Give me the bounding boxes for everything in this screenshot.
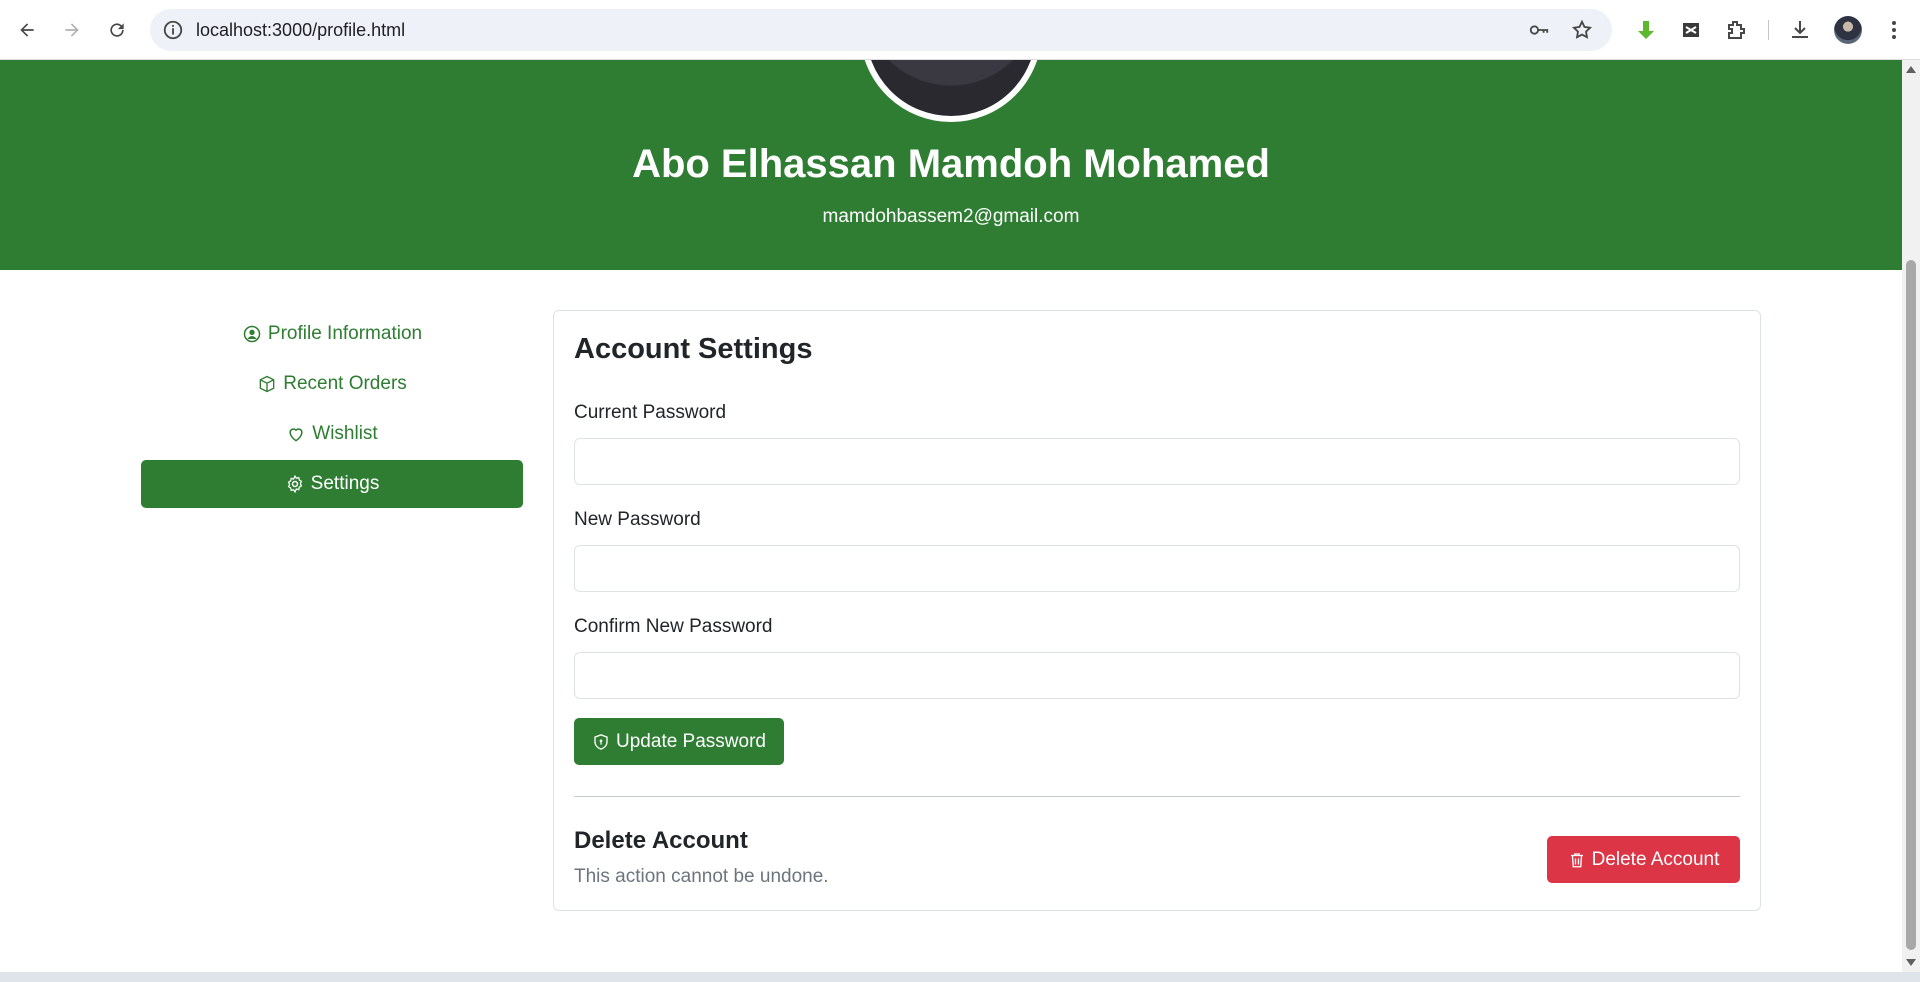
reload-icon bbox=[110, 23, 124, 37]
new-password-label: New Password bbox=[574, 509, 701, 530]
confirm-password-label: Confirm New Password bbox=[574, 616, 773, 637]
gear-icon bbox=[287, 474, 302, 494]
delete-account-label: Delete Account bbox=[1591, 848, 1720, 870]
shield-lock-icon bbox=[594, 733, 608, 750]
card-title: Account Settings bbox=[574, 333, 813, 365]
profile-avatar bbox=[860, 60, 1042, 122]
sidebar-item-profile-information[interactable]: Profile Information bbox=[141, 310, 523, 358]
sidebar-item-label: Settings bbox=[310, 473, 380, 494]
arrow-right-icon bbox=[65, 23, 79, 37]
heart-icon bbox=[289, 428, 303, 442]
box-icon bbox=[259, 375, 275, 393]
forward-button[interactable] bbox=[55, 13, 89, 47]
sidebar-item-wishlist[interactable]: Wishlist bbox=[141, 410, 523, 458]
sidebar-item-label: Recent Orders bbox=[283, 373, 407, 394]
back-button[interactable] bbox=[10, 13, 44, 47]
reload-button[interactable] bbox=[100, 13, 134, 47]
address-bar[interactable]: localhost:3000/profile.html bbox=[150, 9, 1612, 51]
menu-kebab-icon[interactable] bbox=[1880, 16, 1908, 44]
scroll-down-arrow[interactable] bbox=[1906, 959, 1916, 966]
new-password-input[interactable] bbox=[574, 545, 1740, 592]
profile-name: Abo Elhassan Mamdoh Mohamed bbox=[632, 142, 1270, 186]
current-password-input[interactable] bbox=[574, 438, 1740, 485]
arrow-left-icon bbox=[20, 23, 34, 37]
profile-email: mamdohbassem2@gmail.com bbox=[822, 206, 1080, 227]
sidebar-item-recent-orders[interactable]: Recent Orders bbox=[141, 360, 523, 408]
downloads-icon[interactable] bbox=[1786, 16, 1814, 44]
extension-download-icon[interactable] bbox=[1632, 16, 1660, 44]
account-settings-card: Account Settings Current Password New Pa… bbox=[553, 310, 1761, 911]
browser-toolbar: localhost:3000/profile.html bbox=[0, 0, 1920, 60]
scroll-up-arrow[interactable] bbox=[1906, 66, 1916, 73]
delete-account-warning: This action cannot be undone. bbox=[574, 866, 829, 887]
profile-header: Abo Elhassan Mamdoh Mohamed mamdohbassem… bbox=[0, 60, 1902, 270]
trash-icon bbox=[1570, 852, 1583, 867]
extensions-icon[interactable] bbox=[1722, 16, 1750, 44]
confirm-password-input[interactable] bbox=[574, 652, 1740, 699]
delete-account-title: Delete Account bbox=[574, 827, 748, 854]
star-icon[interactable] bbox=[1571, 19, 1593, 41]
section-divider bbox=[574, 796, 1740, 797]
sidebar-item-label: Profile Information bbox=[267, 323, 423, 344]
sidebar-item-label: Wishlist bbox=[312, 423, 378, 444]
window-bottom-edge bbox=[0, 972, 1920, 982]
extension-puzzle-dark-icon[interactable] bbox=[1677, 16, 1705, 44]
current-password-label: Current Password bbox=[574, 402, 727, 423]
scroll-thumb[interactable] bbox=[1906, 260, 1916, 950]
sidebar-item-settings[interactable]: Settings bbox=[141, 460, 523, 508]
toolbar-separator bbox=[1768, 20, 1769, 40]
page-scrollbar[interactable] bbox=[1902, 60, 1920, 972]
browser-profile-avatar[interactable] bbox=[1834, 16, 1862, 44]
person-circle-icon bbox=[243, 325, 261, 343]
update-password-button[interactable]: Update Password bbox=[574, 718, 784, 765]
url-text[interactable]: localhost:3000/profile.html bbox=[196, 20, 405, 41]
key-icon[interactable] bbox=[1528, 19, 1550, 41]
site-info-icon[interactable] bbox=[162, 19, 184, 41]
delete-account-button[interactable]: Delete Account bbox=[1547, 836, 1740, 883]
update-password-label: Update Password bbox=[616, 730, 766, 752]
profile-sidebar: Profile Information Recent Orders Wishli… bbox=[141, 310, 523, 510]
